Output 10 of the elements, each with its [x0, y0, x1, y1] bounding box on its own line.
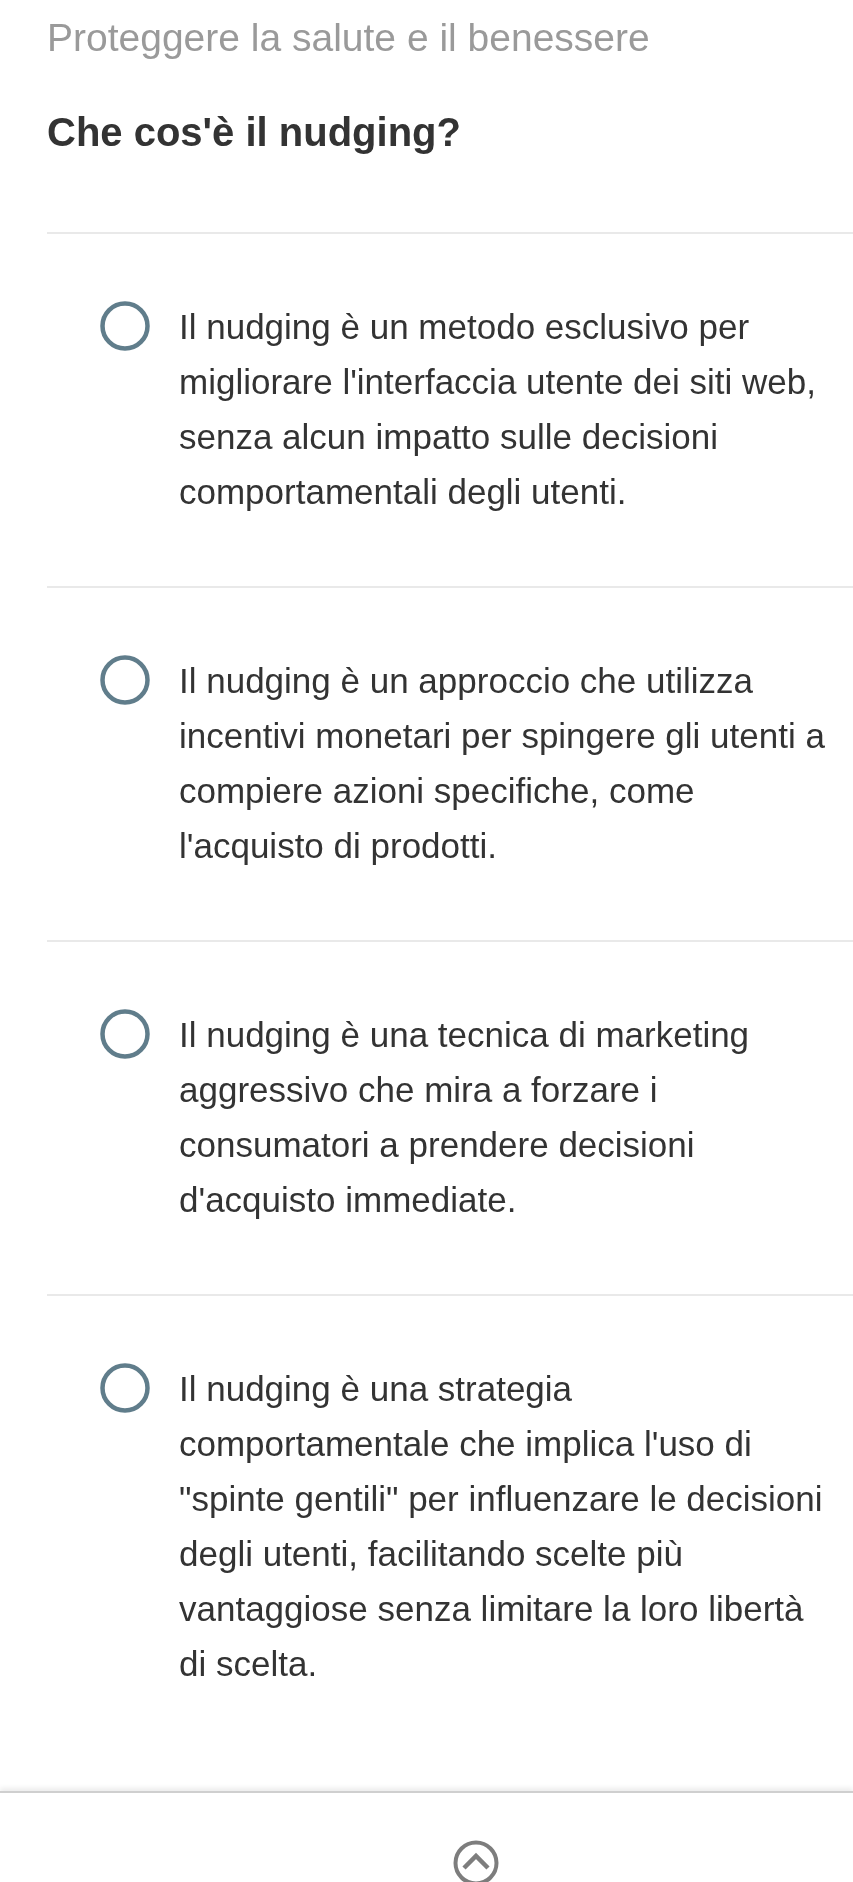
answer-text[interactable]: Il nudging è un approccio che utilizza incentivi monetari per spingere gli utenti a compiere azioni specifiche, come l'acquisto di prodotti.	[179, 653, 832, 873]
section-title: Proteggere la salute e il benessere	[47, 15, 650, 61]
answer-text[interactable]: Il nudging è un metodo esclusivo per migliorare l'interfaccia utente dei siti web, senza alcun impatto sulle decisioni comportamentali degli utenti.	[179, 299, 832, 519]
radio-button[interactable]	[100, 1009, 150, 1059]
radio-button[interactable]	[100, 655, 150, 705]
answer-text[interactable]: Il nudging è una tecnica di marketing aggressivo che mira a forzare i consumatori a prendere decisioni d'acquisto immediate.	[179, 1007, 832, 1227]
answer-text[interactable]: Il nudging è una strategia comportamentale che implica l'uso di "spinte gentili" per influenzare le decisioni degli utenti, facilitando scelte più vantaggiose senza limitare la loro libertà di scelta.	[179, 1361, 832, 1691]
radio-button[interactable]	[100, 1363, 150, 1413]
question-title: Che cos'è il nudging?	[47, 109, 461, 156]
radio-button[interactable]	[100, 301, 150, 351]
